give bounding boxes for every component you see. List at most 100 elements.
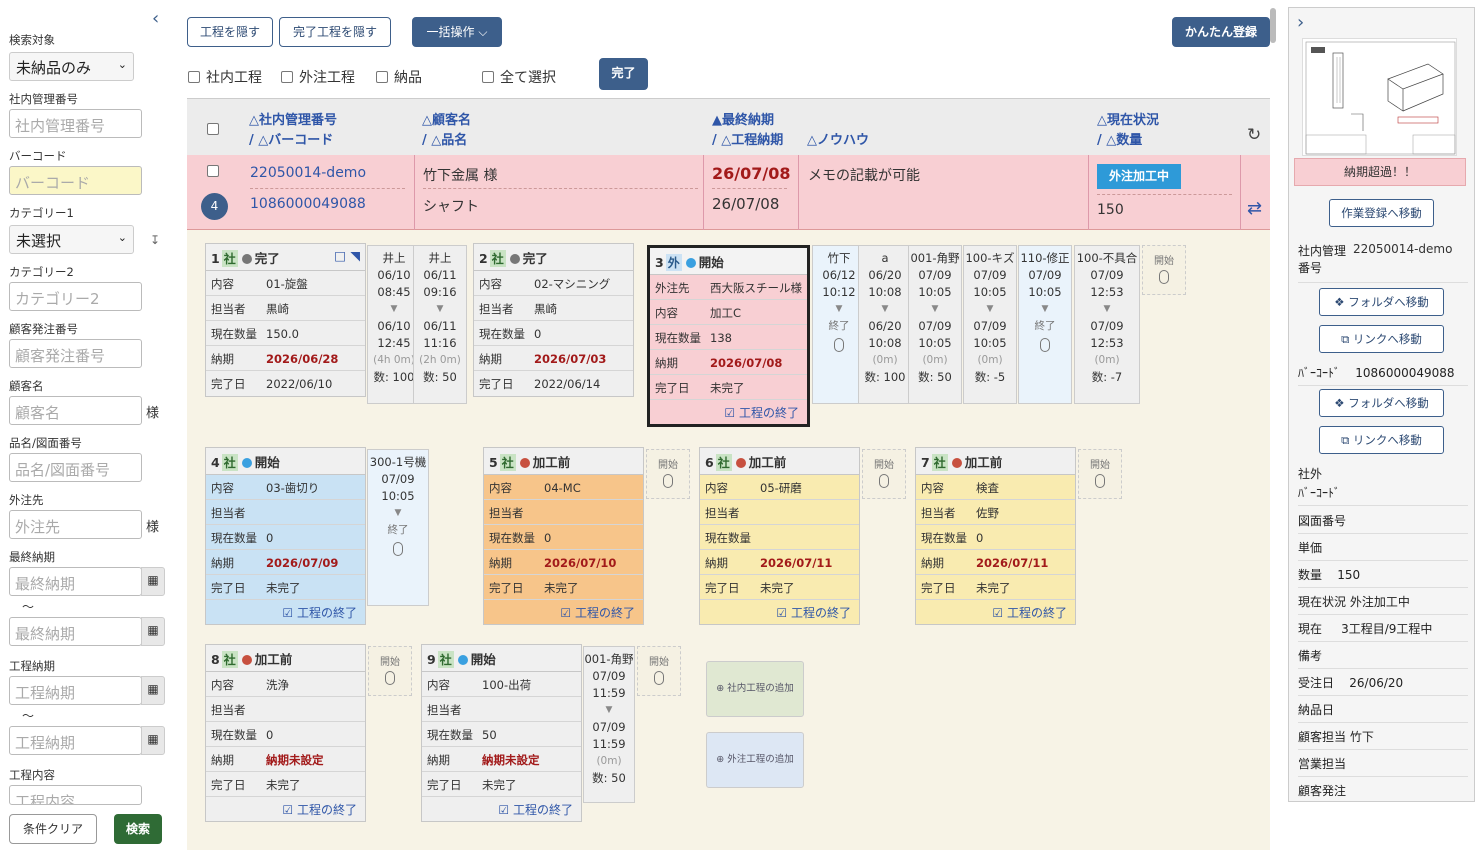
process-card-4[interactable]: 4 社 開始 内容 03-歯切り 担当者 現在数量 0 納期 2026/07/09 完了日… (205, 447, 366, 625)
calendar-icon[interactable]: ▦ (141, 676, 165, 705)
barcode-row: ﾊﾞｰｺｰﾄﾞ 1086000049088 (1298, 364, 1468, 386)
card-state: 加工前 (748, 455, 787, 470)
proc-content-input[interactable]: 工程内容 (9, 785, 142, 805)
vendor-input[interactable]: 外注先 (9, 510, 142, 539)
scrollbar[interactable] (1270, 8, 1276, 43)
process-card-7[interactable]: 7 社 加工前 内容 検査 担当者 佐野 現在数量 0 納期 2026/07/11 完了日 未… (915, 447, 1076, 625)
end-process-link[interactable]: ☑ 工程の終了 (700, 600, 859, 624)
final-due-from-input[interactable]: 最終納期 (9, 567, 142, 596)
hide-process-button[interactable]: 工程を隠す (187, 17, 273, 47)
work-log[interactable]: 100-キズ 07/09 10:05 ▼ 07/09 10:05 (0m) 数: -5 (963, 245, 1017, 404)
process-card-3[interactable]: 3 外 開始 外注先 西大阪スチール様 内容 加工C 現在数量 138 納期 2026/07… (647, 245, 810, 427)
link-button[interactable]: ⧉ リンクへ移動 (1319, 426, 1444, 454)
cust-name-input[interactable]: 顧客名 (9, 396, 142, 425)
complete-button[interactable]: 完了 (599, 58, 648, 90)
work-log[interactable]: 100-不具合 07/09 12:53 ▼ 07/09 12:53 (0m) 数: -7 (1074, 245, 1140, 404)
add-internal-process-button[interactable]: ⊕ 社内工程の追加 (706, 661, 804, 717)
cust-order-label: 顧客発注番号 (9, 322, 78, 336)
swap-icon[interactable]: ⇄ (1247, 198, 1262, 219)
calendar-icon[interactable]: ▦ (141, 567, 165, 596)
end-process-link[interactable]: ☑ 工程の終了 (916, 600, 1075, 624)
easy-register-button[interactable]: かんたん登録 (1172, 17, 1270, 47)
work-log[interactable]: a 06/20 10:08 ▼ 06/20 10:08 (0m) 数: 100 (858, 245, 912, 404)
start-button[interactable]: 開始 (637, 646, 681, 696)
sort-customer[interactable]: △顧客名 (422, 109, 471, 128)
content-value: 01-旋盤 (266, 277, 308, 291)
end-process-link[interactable]: ☑ 工程の終了 (206, 600, 365, 624)
mgmt-no-input[interactable]: 社内管理番号 (9, 109, 142, 138)
cat1-select[interactable]: 未選択 ⌄ (9, 225, 134, 254)
table-header: △社内管理番号 / △バーコード △顧客名 / △品名 ▲最終納期 / △工程納… (187, 98, 1270, 155)
add-external-process-button[interactable]: ⊕ 外注工程の追加 (706, 732, 804, 788)
final-due-to-input[interactable]: 最終納期 (9, 617, 142, 646)
start-button[interactable]: 開始 (1078, 449, 1122, 499)
work-log[interactable]: 井上 06/11 09:16 ▼ 06/11 11:16 (2h 0m) 数: 50 (413, 245, 467, 404)
hide-done-button[interactable]: 完了工程を隠す (279, 17, 391, 47)
folder-button[interactable]: ❖ フォルダへ移動 (1319, 288, 1444, 316)
process-card-6[interactable]: 6 社 加工前 内容 05-研磨 担当者 現在数量 納期 2026/07/11 完了日 未… (699, 447, 860, 625)
refresh-icon[interactable]: ↻ (1247, 125, 1261, 145)
search-target-select[interactable]: 未納品のみ ⌄ (9, 52, 134, 81)
field-label: 納期 (489, 556, 512, 570)
bulk-action-button[interactable]: 一括操作 ⌵ (412, 17, 502, 47)
process-card-1[interactable]: 1 社 完了 □ ◥ 内容 01-旋盤 担当者 黒崎 現在数量 150.0 納期 2026/0… (205, 243, 366, 397)
mgmt-no-link[interactable]: 22050014-demo (250, 165, 366, 181)
process-card-9[interactable]: 9 社開始 内容 100-出荷 担当者 現在数量 50 納期 納期未設定 完了日 未完了 … (421, 644, 582, 822)
content-value: 洗浄 (266, 678, 289, 692)
end-process-link[interactable]: ☑ 工程の終了 (650, 400, 807, 424)
end-process-link[interactable]: ☑ 工程の終了 (422, 797, 581, 821)
calendar-icon[interactable]: ▦ (141, 726, 165, 755)
row-checkbox[interactable] (207, 165, 219, 177)
drawing-thumbnail[interactable] (1302, 38, 1457, 156)
due-value: 2026/07/11 (976, 556, 1049, 570)
barcode-link[interactable]: 1086000049088 (250, 196, 366, 212)
process-card-8[interactable]: 8 社 加工前 内容 洗浄 担当者 現在数量 0 納期 納期未設定 完了日 未完了 ☑ 工程… (205, 644, 366, 822)
header-checkbox[interactable] (207, 123, 219, 135)
type-badge: 社 (437, 651, 454, 668)
work-register-button[interactable]: 作業登録へ移動 (1329, 199, 1434, 227)
sort-mgmt-no[interactable]: △社内管理番号 (249, 109, 337, 128)
part-input[interactable]: 品名/図面番号 (9, 453, 142, 482)
sort-status[interactable]: △現在状況 (1097, 109, 1159, 128)
search-panel: ‹ 検索対象 未納品のみ ⌄ 社内管理番号 社内管理番号 バーコード バーコード … (0, 0, 170, 850)
calendar-icon[interactable]: ▦ (141, 617, 165, 646)
sort-qty[interactable]: / △数量 (1097, 129, 1142, 148)
search-button[interactable]: 検索 (114, 814, 162, 844)
qty-value: 0 (266, 728, 274, 742)
proc-due-to-input[interactable]: 工程納期 (9, 726, 142, 755)
clear-button[interactable]: 条件クリア (9, 814, 97, 844)
process-card-2[interactable]: 2 社 完了 内容 02-マシニング 担当者 黒崎 現在数量 0 納期 2026/07/03… (473, 243, 634, 397)
work-log[interactable]: 001-角野 07/09 10:05 ▼ 07/09 10:05 (0m) 数: 50 (908, 245, 962, 404)
start-button[interactable]: 開始 (1142, 245, 1186, 295)
cat2-input[interactable]: カテゴリー2 (9, 282, 142, 311)
folder-button[interactable]: ❖ フォルダへ移動 (1319, 389, 1444, 417)
start-button[interactable]: 開始 (646, 449, 690, 499)
work-log[interactable]: 300-1号機 07/09 10:05 ▼ 終了 (367, 449, 429, 606)
end-process-link[interactable]: ☑ 工程の終了 (206, 797, 365, 821)
qty-value: 0 (976, 531, 984, 545)
select-all-checkbox[interactable] (482, 71, 494, 83)
internal-checkbox[interactable] (188, 71, 200, 83)
chevron-left-icon[interactable]: ‹ (152, 8, 159, 29)
barcode-input[interactable]: バーコード (9, 166, 142, 195)
external-checkbox[interactable] (281, 71, 293, 83)
link-button[interactable]: ⧉ リンクへ移動 (1319, 325, 1444, 353)
sort-barcode[interactable]: / △バーコード (249, 129, 333, 148)
work-log[interactable]: 110-修正 07/09 10:05 ▼ 終了 (1018, 245, 1072, 404)
sort-knowhow[interactable]: △ノウハウ (807, 129, 869, 148)
sort-down-icon[interactable]: ↧ (150, 233, 160, 247)
comment-icon[interactable]: □ ◥ (334, 248, 360, 263)
current-row: 現在 3工程目/9工程中 (1298, 620, 1468, 642)
process-card-5[interactable]: 5 社 加工前 内容 04-MC 担当者 現在数量 0 納期 2026/07/10 完了日… (483, 447, 644, 625)
cust-order-input[interactable]: 顧客発注番号 (9, 339, 142, 368)
chevron-right-icon[interactable]: › (1297, 12, 1304, 33)
sort-part[interactable]: / △品名 (422, 129, 467, 148)
sort-proc-due[interactable]: / △工程納期 (712, 129, 783, 148)
start-button[interactable]: 開始 (368, 646, 412, 696)
sort-final-due[interactable]: ▲最終納期 (712, 109, 774, 128)
work-log[interactable]: 001-角野 07/09 11:59 ▼ 07/09 11:59 (0m) 数: 50 (583, 646, 635, 803)
start-button[interactable]: 開始 (862, 449, 906, 499)
delivery-checkbox[interactable] (376, 71, 388, 83)
end-process-link[interactable]: ☑ 工程の終了 (484, 600, 643, 624)
proc-due-from-input[interactable]: 工程納期 (9, 676, 142, 705)
